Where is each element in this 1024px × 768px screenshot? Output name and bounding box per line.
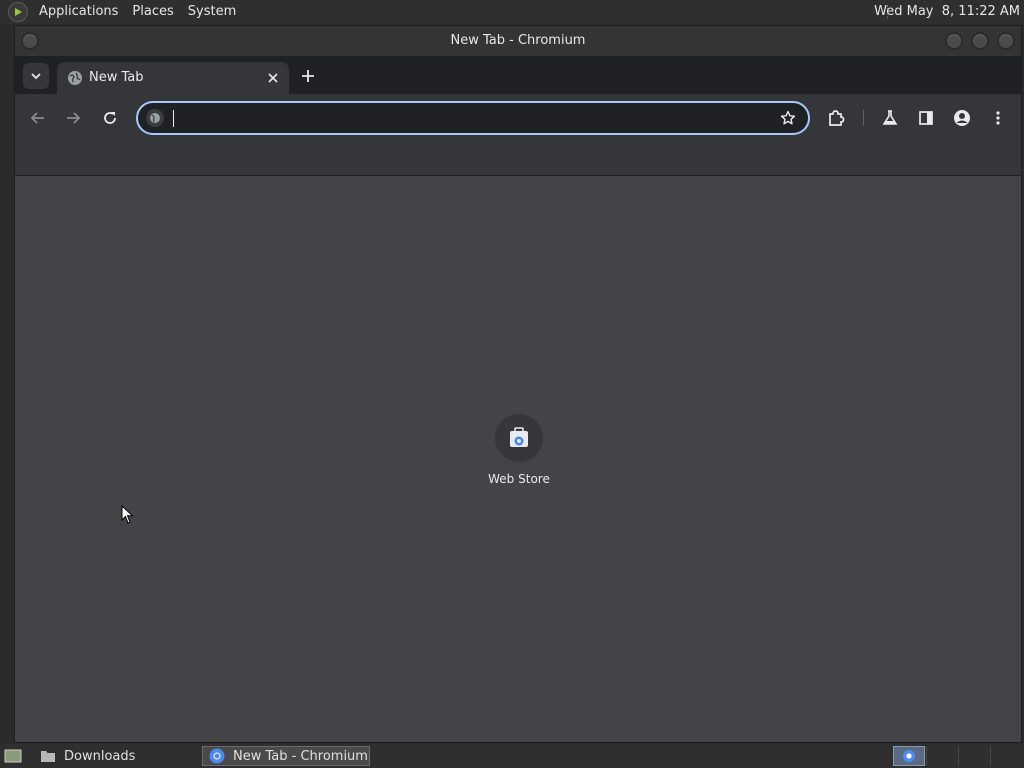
clock[interactable]: Wed May 8, 11:22 AM bbox=[874, 0, 1020, 24]
chromium-icon bbox=[209, 748, 225, 764]
extensions-button[interactable] bbox=[822, 104, 850, 132]
web-store-icon bbox=[510, 427, 528, 447]
new-tab-button[interactable] bbox=[297, 65, 319, 87]
close-window-button[interactable] bbox=[997, 32, 1015, 50]
new-tab-page: Web Store bbox=[15, 176, 1021, 742]
folder-icon bbox=[41, 751, 55, 762]
avatar-icon bbox=[954, 110, 970, 126]
site-info-icon[interactable] bbox=[146, 109, 164, 127]
address-input[interactable] bbox=[172, 107, 762, 129]
reload-icon bbox=[104, 112, 116, 124]
menu-applications[interactable]: Applications bbox=[32, 0, 125, 24]
toolbar bbox=[15, 94, 1021, 142]
menu-button[interactable] bbox=[984, 104, 1012, 132]
bookmark-star-icon[interactable] bbox=[778, 108, 798, 128]
reload-button[interactable] bbox=[96, 104, 124, 132]
taskbar-item-chromium[interactable]: New Tab - Chromium bbox=[202, 746, 370, 766]
show-desktop-button[interactable] bbox=[0, 746, 28, 766]
workspace-4[interactable] bbox=[990, 746, 1022, 766]
window-menu-button[interactable] bbox=[21, 32, 39, 50]
flask-icon bbox=[882, 110, 898, 125]
workspace-1[interactable] bbox=[893, 746, 925, 766]
back-button[interactable] bbox=[24, 104, 52, 132]
side-panel-icon bbox=[919, 111, 933, 125]
taskbar-item-label: New Tab - Chromium bbox=[233, 748, 368, 764]
arrow-left-icon bbox=[30, 112, 44, 124]
chromium-mini-icon bbox=[902, 749, 916, 763]
browser-window: New Tab - Chromium New Tab Web Store bbox=[14, 25, 1022, 743]
labs-button[interactable] bbox=[876, 104, 904, 132]
shortcut-label: Web Store bbox=[488, 472, 550, 486]
plus-icon bbox=[302, 70, 314, 82]
system-logo-icon[interactable] bbox=[8, 2, 28, 22]
window-title: New Tab - Chromium bbox=[450, 33, 586, 48]
toolbar-divider bbox=[863, 110, 864, 126]
shortcut-tile[interactable] bbox=[495, 414, 543, 462]
chevron-down-icon bbox=[31, 73, 41, 80]
mouse-cursor-icon bbox=[121, 505, 134, 524]
address-bar[interactable] bbox=[136, 101, 810, 135]
taskbar: Downloads New Tab - Chromium bbox=[0, 744, 1024, 768]
puzzle-icon bbox=[829, 110, 845, 126]
top-panel: Applications Places System Wed May 8, 11… bbox=[0, 0, 1024, 24]
side-panel-button[interactable] bbox=[912, 104, 940, 132]
close-tab-icon[interactable] bbox=[263, 68, 283, 88]
bookmarks-bar bbox=[15, 142, 1021, 176]
tab-title: New Tab bbox=[89, 70, 144, 85]
tab-new-tab[interactable]: New Tab bbox=[57, 62, 289, 94]
text-caret bbox=[173, 110, 174, 127]
more-vert-icon bbox=[996, 111, 1000, 125]
shortcut-web-store[interactable]: Web Store bbox=[483, 414, 555, 486]
globe-icon bbox=[68, 71, 82, 85]
tab-search-button[interactable] bbox=[23, 63, 49, 89]
tab-strip: New Tab bbox=[15, 56, 1021, 94]
minimize-button[interactable] bbox=[945, 32, 963, 50]
profile-button[interactable] bbox=[948, 104, 976, 132]
workspace-2[interactable] bbox=[926, 746, 958, 766]
menu-places[interactable]: Places bbox=[125, 0, 180, 24]
workspace-3[interactable] bbox=[958, 746, 990, 766]
forward-button[interactable] bbox=[59, 104, 87, 132]
taskbar-item-label: Downloads bbox=[64, 748, 136, 764]
desktop: Applications Places System Wed May 8, 11… bbox=[0, 0, 1024, 768]
taskbar-item-downloads[interactable]: Downloads bbox=[34, 746, 198, 766]
window-titlebar[interactable]: New Tab - Chromium bbox=[15, 26, 1021, 56]
arrow-right-icon bbox=[67, 112, 81, 124]
menu-system[interactable]: System bbox=[181, 0, 243, 24]
show-desktop-icon bbox=[4, 749, 22, 763]
maximize-button[interactable] bbox=[971, 32, 989, 50]
